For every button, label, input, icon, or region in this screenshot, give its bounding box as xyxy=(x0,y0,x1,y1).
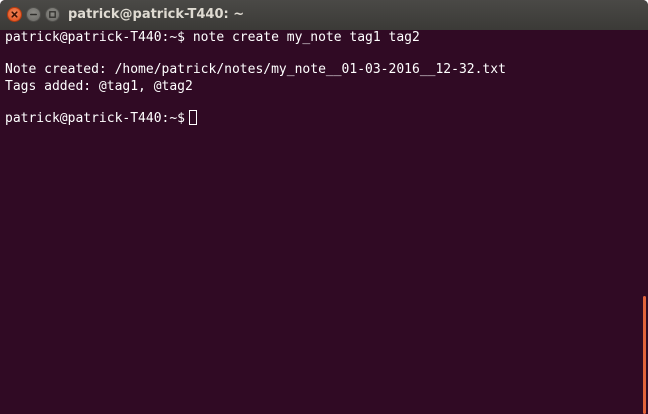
terminal-window: patrick@patrick-T440: ~ patrick@patrick-… xyxy=(0,0,648,414)
close-icon xyxy=(11,11,18,18)
window-title: patrick@patrick-T440: ~ xyxy=(68,7,245,22)
current-prompt: patrick@patrick-T440:~$ xyxy=(5,111,186,126)
minimize-button[interactable] xyxy=(26,7,41,22)
scrollbar-thumb[interactable] xyxy=(643,296,646,414)
command-text: note create my_note tag1 tag2 xyxy=(185,30,420,45)
scrollbar[interactable] xyxy=(640,30,648,414)
output-tags-added: Tags added: @tag1, @tag2 xyxy=(5,79,193,94)
close-button[interactable] xyxy=(7,7,22,22)
current-prompt-line[interactable]: patrick@patrick-T440:~$ xyxy=(5,110,198,127)
output-note-created: Note created: /home/patrick/notes/my_not… xyxy=(5,62,506,77)
maximize-button[interactable] xyxy=(45,7,60,22)
prompt: patrick@patrick-T440:~$ xyxy=(5,30,186,45)
title-bar[interactable]: patrick@patrick-T440: ~ xyxy=(0,0,648,30)
terminal-content[interactable]: patrick@patrick-T440:~$ note create my_n… xyxy=(0,30,648,414)
minimize-icon xyxy=(30,13,37,16)
maximize-icon xyxy=(49,11,56,18)
command-line: patrick@patrick-T440:~$ note create my_n… xyxy=(5,30,420,46)
text-cursor xyxy=(189,110,198,125)
